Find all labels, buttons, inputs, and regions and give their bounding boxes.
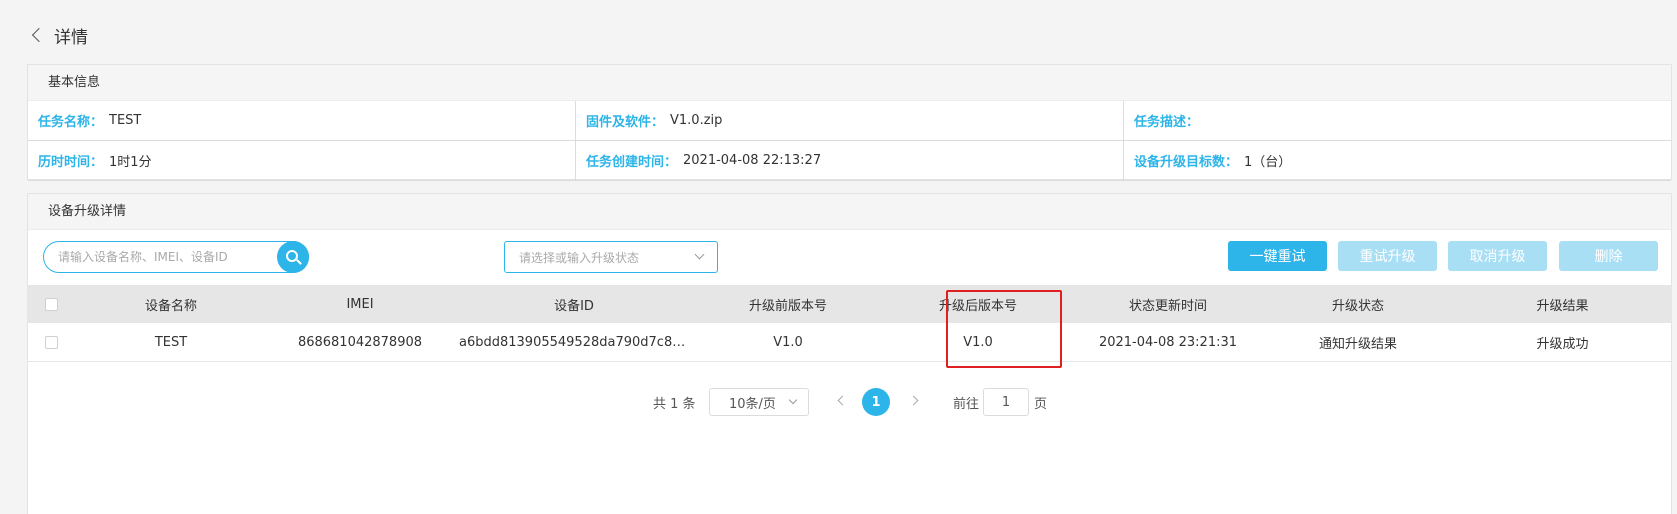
goto-page-input[interactable]: 1 bbox=[983, 388, 1029, 416]
table-cell: a6bdd813905549528da790d7c8fd3... bbox=[459, 334, 693, 350]
chevron-left-icon[interactable] bbox=[837, 395, 848, 406]
pagination-total: 共 1 条 bbox=[653, 397, 696, 412]
table-row: TEST 868681042878908 a6bdd813905549528da… bbox=[27, 323, 1672, 362]
basic-info-card: 基本信息 任务名称： TEST 固件及软件： V1.0.zip 任务描述： 历时… bbox=[27, 64, 1672, 181]
upgrade-table: 设备名称 IMEI 设备ID 升级前版本号 升级后版本号 状态更新时间 升级状态… bbox=[27, 285, 1672, 362]
search-box bbox=[43, 241, 309, 273]
info-label: 历时时间： bbox=[38, 155, 104, 170]
search-input[interactable] bbox=[58, 250, 268, 264]
info-label: 任务创建时间： bbox=[586, 155, 678, 170]
goto-label: 前往 bbox=[953, 397, 980, 412]
info-firmware: 固件及软件： V1.0.zip bbox=[576, 101, 1124, 141]
retry-upgrade-button[interactable]: 重试升级 bbox=[1338, 241, 1437, 271]
page-size-select[interactable]: 10条/页 bbox=[709, 388, 809, 416]
info-task-description: 任务描述： bbox=[1124, 101, 1671, 141]
column-header: 设备ID bbox=[554, 298, 594, 314]
column-header: 升级结果 bbox=[1536, 298, 1589, 314]
page-title: 详情 bbox=[54, 27, 88, 48]
column-header: 升级前版本号 bbox=[748, 298, 827, 314]
chevron-down-icon bbox=[788, 395, 798, 405]
column-header: 升级状态 bbox=[1331, 298, 1384, 314]
basic-info-grid: 任务名称： TEST 固件及软件： V1.0.zip 任务描述： 历时时间： 1… bbox=[28, 101, 1671, 181]
row-select-cell bbox=[27, 335, 77, 349]
page-size-value: 10条/页 bbox=[729, 396, 776, 412]
info-task-name: 任务名称： TEST bbox=[28, 101, 576, 141]
chevron-left-icon[interactable] bbox=[31, 27, 47, 43]
table-cell: TEST bbox=[154, 334, 188, 350]
select-all-checkbox[interactable] bbox=[45, 297, 58, 311]
basic-info-title: 基本信息 bbox=[28, 65, 1671, 101]
cancel-upgrade-button[interactable]: 取消升级 bbox=[1448, 241, 1547, 271]
search-button[interactable] bbox=[277, 241, 309, 273]
info-created-time: 任务创建时间： 2021-04-08 22:13:27 bbox=[576, 141, 1124, 181]
info-value: 1时1分 bbox=[109, 155, 152, 170]
delete-button[interactable]: 删除 bbox=[1559, 241, 1658, 271]
info-label: 任务描述： bbox=[1134, 115, 1200, 130]
search-icon bbox=[286, 250, 298, 262]
status-select-placeholder: 请选择或输入升级状态 bbox=[519, 250, 640, 265]
info-label: 任务名称： bbox=[38, 115, 104, 130]
row-checkbox[interactable] bbox=[45, 335, 58, 349]
retry-all-button[interactable]: 一键重试 bbox=[1228, 241, 1327, 271]
chevron-down-icon bbox=[694, 249, 705, 260]
table-cell: 通知升级结果 bbox=[1318, 336, 1397, 352]
column-header: 升级后版本号 bbox=[938, 298, 1017, 314]
table-cell: V1.0 bbox=[773, 334, 803, 350]
info-target-count: 设备升级目标数： 1（台） bbox=[1124, 141, 1671, 181]
table-header: 设备名称 IMEI 设备ID 升级前版本号 升级后版本号 状态更新时间 升级状态… bbox=[27, 285, 1672, 323]
page-unit-label: 页 bbox=[1034, 397, 1048, 412]
upgrade-detail-title: 设备升级详情 bbox=[28, 194, 1671, 230]
info-label: 设备升级目标数： bbox=[1134, 155, 1239, 170]
table-cell: 2021-04-08 23:21:31 bbox=[1098, 334, 1238, 350]
info-value: 2021-04-08 22:13:27 bbox=[683, 153, 822, 168]
chevron-right-icon[interactable] bbox=[908, 395, 919, 406]
column-header: 状态更新时间 bbox=[1128, 298, 1207, 314]
page-header: 详情 bbox=[28, 22, 88, 48]
toolbar: 请选择或输入升级状态 一键重试 重试升级 取消升级 删除 bbox=[28, 230, 1671, 286]
column-header: IMEI bbox=[346, 296, 374, 312]
page-number-current[interactable]: 1 bbox=[862, 388, 890, 416]
table-cell: V1.0 bbox=[963, 334, 993, 350]
select-all-cell bbox=[27, 297, 77, 311]
status-select[interactable]: 请选择或输入升级状态 bbox=[504, 241, 718, 273]
info-value: V1.0.zip bbox=[670, 113, 723, 128]
info-value: 1（台） bbox=[1244, 155, 1292, 170]
table-cell: 868681042878908 bbox=[297, 334, 423, 350]
table-cell: 升级成功 bbox=[1536, 336, 1589, 352]
info-duration: 历时时间： 1时1分 bbox=[28, 141, 576, 181]
column-header: 设备名称 bbox=[144, 298, 197, 314]
pagination: 共 1 条 10条/页 1 前往 1 页 bbox=[0, 388, 1677, 416]
info-value: TEST bbox=[109, 113, 142, 128]
info-label: 固件及软件： bbox=[586, 115, 665, 130]
